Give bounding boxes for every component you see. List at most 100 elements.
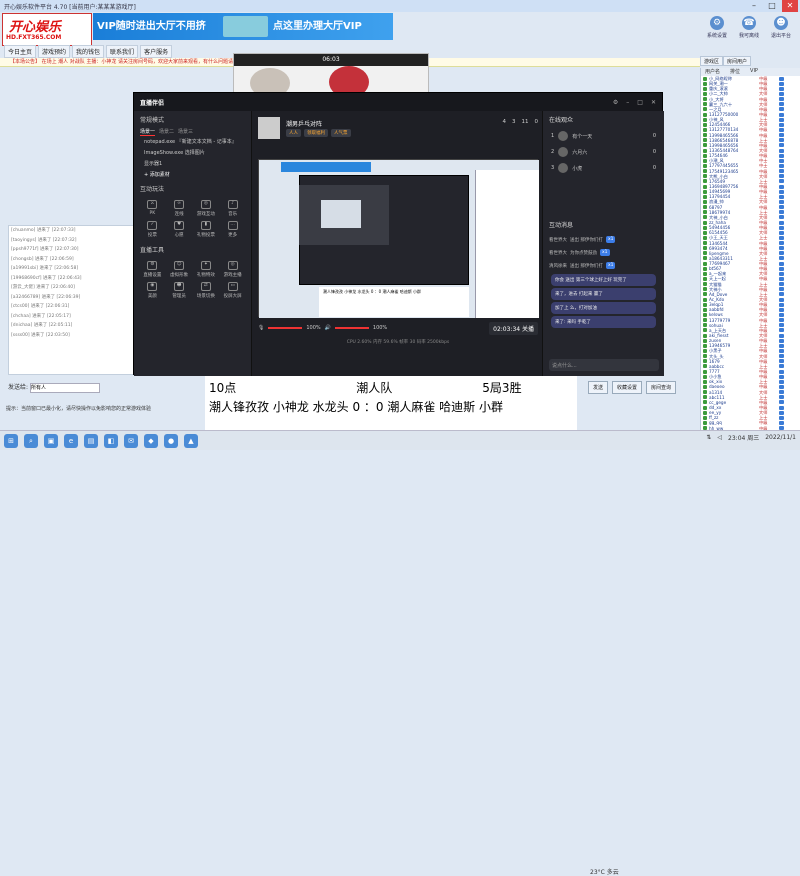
audience-item[interactable]: 1 有个一天 0 (543, 128, 664, 144)
stream-cover[interactable] (258, 117, 280, 139)
user-status-icon (703, 107, 707, 112)
caption-line1: 10点 潮人队 5局3胜 (209, 379, 569, 396)
store-icon[interactable]: ◧ (104, 434, 118, 448)
mic-volume-slider[interactable] (268, 327, 303, 329)
chat-line: [a19991sbi] 进来了 [22:06:58] (11, 266, 79, 271)
vip-badge-icon (779, 220, 784, 225)
vip-badge-icon (779, 400, 784, 405)
tool-scene-button[interactable]: ⇄ 场景切换 (194, 282, 219, 299)
clock-time[interactable]: 23:04 周三 (728, 433, 759, 442)
tool-settings-button[interactable]: ⚙ 直播设置 (140, 261, 165, 278)
tab-game-area[interactable]: 游戏区 (700, 56, 724, 66)
speaker-icon[interactable]: 🔊 (325, 325, 331, 331)
interact-gift-vote-button[interactable]: ▮ 礼物投票 (194, 221, 219, 238)
tab-room-users[interactable]: 房间用户 (723, 56, 752, 66)
maximize-icon[interactable]: □ (764, 0, 780, 12)
network-icon[interactable]: ⇅ (706, 434, 711, 441)
chat-line: [dnichaa] 进来了 [22:05:11] (11, 323, 73, 328)
add-source-button[interactable]: + 添加素材 (134, 169, 251, 180)
tool-admin-button[interactable]: ☻ 管理员 (167, 282, 192, 299)
collect-settings-button[interactable]: 收藏设置 (612, 380, 643, 394)
source-item[interactable]: ImageShow.exe 选择图片 (134, 147, 251, 158)
streaming-left-panel: 常规模式 场景一 场景二 场景三 notepad.exe 『新建文本文档 - 记… (134, 111, 252, 376)
exit-button[interactable]: ☻ 退出平台 (768, 14, 794, 54)
task-view-icon[interactable]: ▣ (44, 434, 58, 448)
maximize-icon[interactable]: □ (637, 99, 643, 106)
audience-item[interactable]: 3 小虎 0 (543, 160, 664, 176)
tab-scene-1[interactable]: 场景一 (140, 128, 156, 136)
vip-badge-icon (779, 251, 784, 256)
folder-icon[interactable]: ▤ (84, 434, 98, 448)
close-icon[interactable]: ✕ (782, 0, 798, 12)
windows-start-icon[interactable]: ⊞ (4, 434, 18, 448)
mail-icon[interactable]: ✉ (124, 434, 138, 448)
search-icon[interactable]: ⌕ (24, 434, 38, 448)
volume-icon[interactable]: ◁ (717, 434, 722, 441)
stream-tag[interactable]: 领取福利 (304, 129, 328, 137)
tool-gamer-button[interactable]: ◎ 游戏主播 (220, 261, 245, 278)
source-item[interactable]: 显示器1 (134, 158, 251, 169)
menu-item-wallet[interactable]: 我的钱包 (72, 45, 105, 58)
tool-effect-button[interactable]: ✦ 礼物特效 (194, 261, 219, 278)
system-settings-button[interactable]: ⚙ 系统设置 (704, 14, 730, 54)
vip-badge-icon (779, 205, 784, 210)
interact-link-button[interactable]: ∞ 连线 (167, 200, 192, 217)
user-status-icon (703, 148, 707, 153)
minimize-icon[interactable]: – (746, 0, 762, 12)
menu-item-contact[interactable]: 联系我们 (106, 45, 139, 58)
app-icon[interactable]: ▲ (184, 434, 198, 448)
stop-stream-button[interactable]: 02:03:34 关播 (489, 321, 538, 335)
interact-music-button[interactable]: ♪ 音乐 (220, 200, 245, 217)
app-icon[interactable]: ● (164, 434, 178, 448)
message-user[interactable]: 看世界大 (549, 250, 567, 256)
send-button[interactable]: 发送 (588, 380, 609, 394)
clock-date[interactable]: 2022/11/1 (765, 434, 796, 441)
interact-more-button[interactable]: … 更多 (220, 221, 245, 238)
source-item[interactable]: notepad.exe 『新建文本文档 - 记事本』 (134, 136, 251, 147)
menu-item-home[interactable]: 今日主页 (4, 45, 37, 58)
stream-preview[interactable]: 潮人锋孜孜 小神龙 水龙头 0 ：0 潮人麻雀 哈迪斯 小群 (258, 159, 539, 318)
message-user[interactable]: 看世界大 (549, 237, 567, 243)
mic-icon[interactable]: 🎙 (258, 325, 264, 331)
vip-badge-icon (779, 102, 784, 107)
offline-button[interactable]: ☎ 我可离线 (736, 14, 762, 54)
tool-beauty-button[interactable]: ◉ 美颜 (140, 282, 165, 299)
header-username[interactable]: 用户名 (705, 68, 720, 76)
stream-tag[interactable]: 人人 (286, 129, 301, 137)
monitor-icon: ▭ (227, 282, 238, 291)
tool-avatar-button[interactable]: ☺ 虚拟形象 (167, 261, 192, 278)
tab-scene-3[interactable]: 场景三 (178, 128, 193, 136)
window-title: 开心娱乐软件平台 4.70 [当前用户:某某某游戏厅] (4, 4, 136, 11)
settings-icon[interactable]: ⚙ (613, 99, 618, 106)
tool-cast-button[interactable]: ▭ 投屏大屏 (220, 282, 245, 299)
room-query-button[interactable]: 房间查询 (646, 380, 677, 394)
tab-scene-2[interactable]: 场景二 (159, 128, 174, 136)
close-icon[interactable]: ✕ (651, 99, 656, 106)
vip-banner[interactable]: VIP随时进出大厅不用挤 点这里办理大厅VIP (93, 13, 393, 40)
interact-game-button[interactable]: ◎ 游戏互动 (194, 200, 219, 217)
speaker-volume-slider[interactable] (334, 327, 369, 329)
interact-vote-button[interactable]: ✓ 投票 (140, 221, 165, 238)
interact-pk-button[interactable]: ⚔ PK (140, 200, 165, 217)
stream-title[interactable]: 潮男乒乓对阵 (286, 119, 322, 128)
message-item: 清风徐来 送出 那伊你们打 x1 (543, 259, 664, 272)
audience-item[interactable]: 2 六月六 0 (543, 144, 664, 160)
chat-input[interactable]: 说点什么... (549, 359, 659, 371)
stream-tag[interactable]: 人气票 (331, 129, 351, 137)
menu-item-booking[interactable]: 游戏预约 (38, 45, 71, 58)
message-user[interactable]: 清风徐来 (549, 263, 567, 269)
menu-item-service[interactable]: 客户服务 (140, 45, 173, 58)
send-target-select[interactable] (29, 382, 100, 393)
header-vip[interactable]: VIP (750, 68, 758, 76)
interact-wish-button[interactable]: ♥ 心愿 (167, 221, 192, 238)
scene-mode[interactable]: 常规模式 (134, 111, 251, 128)
stat-viewers: 4 (502, 119, 507, 125)
edge-icon[interactable]: e (64, 434, 78, 448)
app-icon[interactable]: ◆ (144, 434, 158, 448)
minimize-icon[interactable]: – (626, 99, 629, 106)
user-status-icon (703, 328, 707, 333)
chat-bubble: 加了上 么，打对加油 (551, 302, 656, 314)
header-rank[interactable]: 排位 (730, 68, 740, 76)
weather-widget[interactable]: 23°C 多云 (590, 867, 619, 876)
system-settings-label: 系统设置 (706, 33, 727, 39)
